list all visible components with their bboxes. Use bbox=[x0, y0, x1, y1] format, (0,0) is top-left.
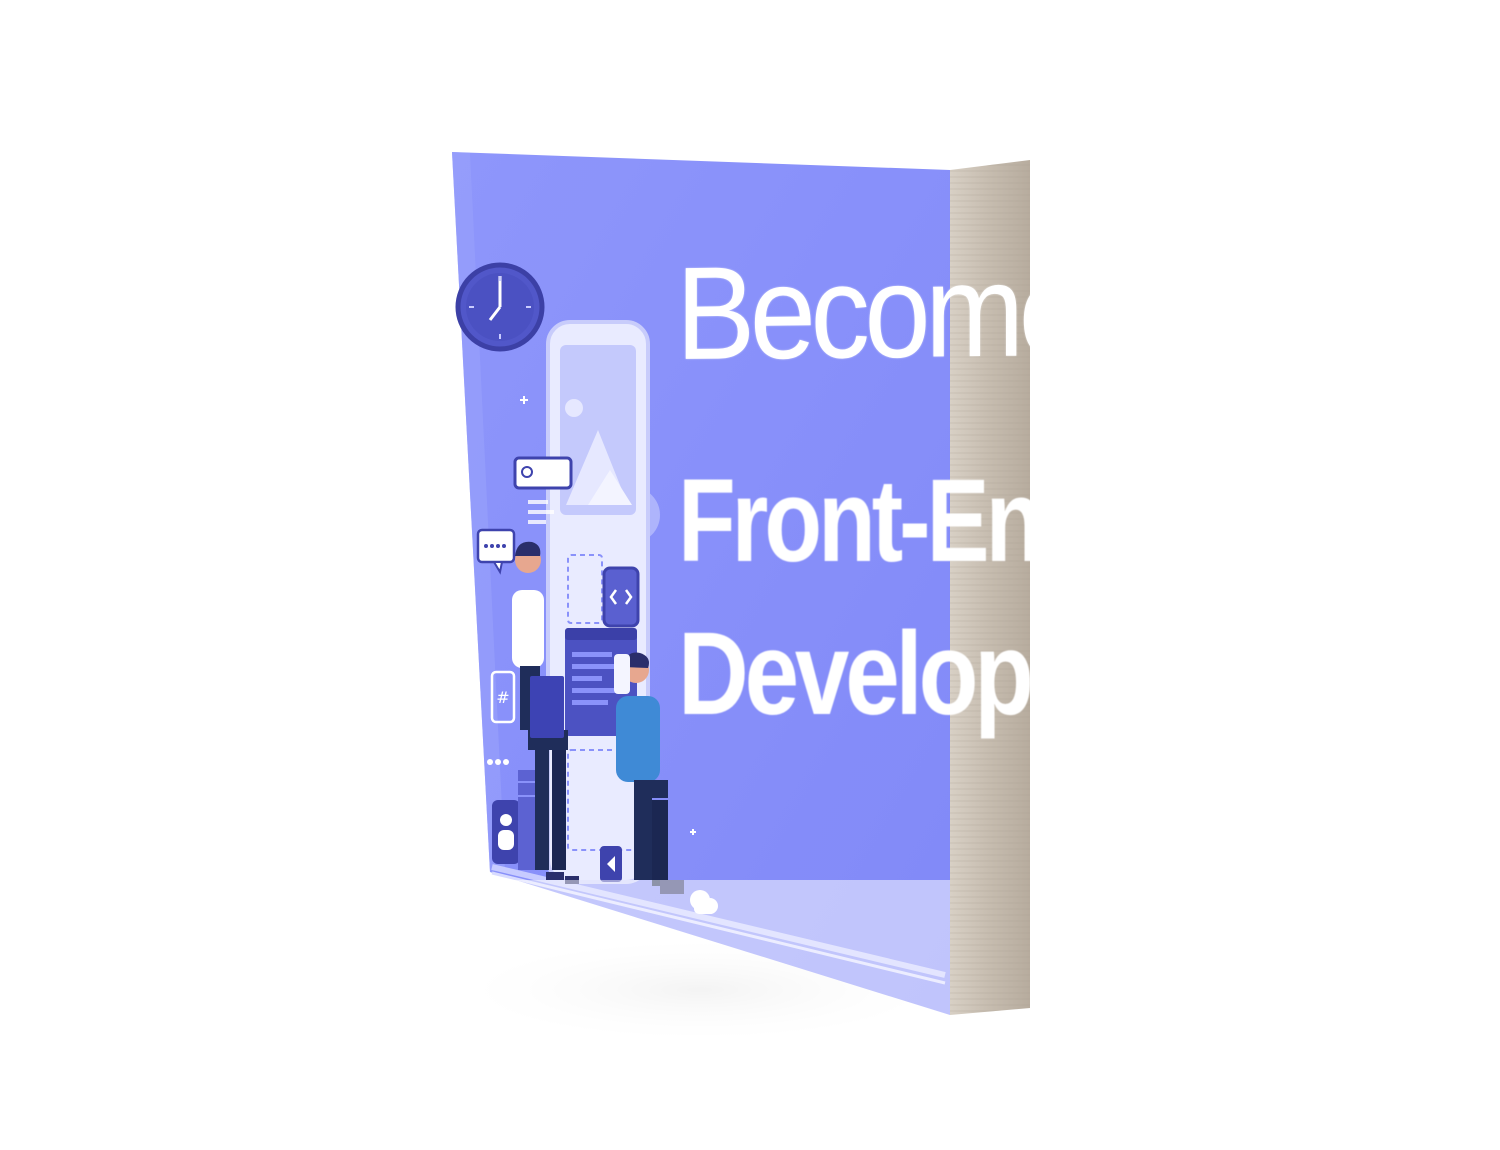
back-arrow-icon bbox=[600, 846, 622, 882]
code-brackets-icon bbox=[602, 566, 640, 628]
title-line-become: Become a bbox=[676, 235, 1168, 387]
svg-text:#: # bbox=[496, 688, 509, 707]
title-line-front-end: Front-End bbox=[678, 455, 1097, 587]
clock-icon bbox=[455, 262, 545, 352]
search-icon bbox=[513, 456, 573, 490]
book-mockup: # Become a Front-End Developer bbox=[0, 0, 1500, 1150]
user-icon bbox=[492, 800, 520, 864]
title-line-developer: Developer bbox=[678, 608, 1118, 740]
